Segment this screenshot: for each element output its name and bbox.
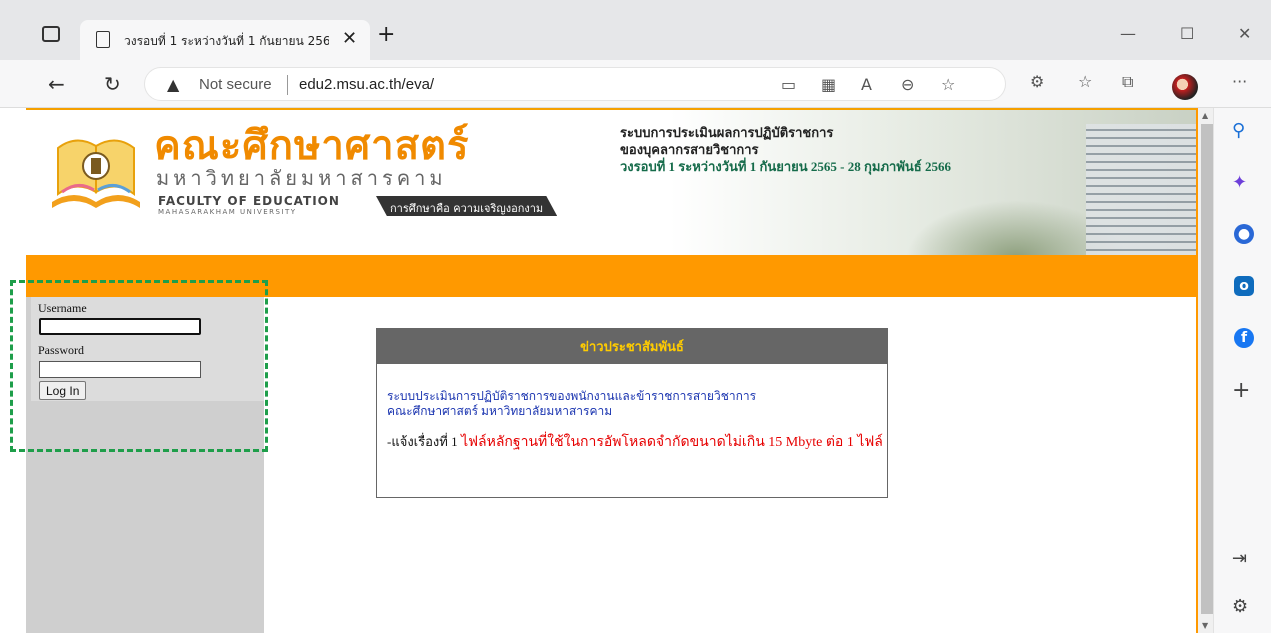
extensions-icon[interactable]: ⚙ — [1030, 74, 1044, 90]
messenger-icon[interactable]: f — [1234, 328, 1254, 348]
outlook-icon[interactable]: o — [1234, 276, 1254, 296]
news-panel: ข่าวประชาสัมพันธ์ ระบบประเมินการปฏิบัติร… — [376, 328, 888, 498]
logo-thai-subtitle: มหาวิทยาลัยมหาสารคาม — [156, 166, 447, 190]
scroll-up-icon[interactable]: ▲ — [1202, 111, 1208, 120]
page-scrollbar[interactable]: ▲ ▼ — [1196, 108, 1213, 633]
profile-avatar[interactable] — [1172, 74, 1198, 100]
warning-icon[interactable]: ▲ — [167, 75, 179, 94]
split-screen-icon[interactable]: ⇥ — [1232, 550, 1247, 568]
highlight-annotation — [10, 280, 268, 452]
logo-english-title: FACULTY OF EDUCATION — [158, 194, 340, 208]
settings-icon[interactable]: ⚙ — [1232, 598, 1248, 616]
logo-thai-title: คณะศึกษาศาสตร์ — [154, 123, 470, 169]
page-icon — [96, 31, 110, 48]
search-icon[interactable]: ⚲ — [1232, 122, 1245, 140]
url-text[interactable]: edu2.msu.ac.th/eva/ — [299, 76, 434, 93]
app-available-icon[interactable]: ▭ — [781, 77, 796, 93]
scrollbar-thumb[interactable] — [1201, 124, 1213, 614]
omnibox[interactable]: ▲ Not secure edu2.msu.ac.th/eva/ ▭ ▦ A ⊖… — [144, 67, 1006, 101]
extensions-grid-icon[interactable]: ▦ — [821, 77, 836, 93]
close-window-button[interactable]: ✕ — [1238, 24, 1251, 43]
tab-bar: วงรอบที่ 1 ระหว่างวันที่ 1 กันยายน 256 ✕… — [0, 0, 1271, 60]
more-menu-icon[interactable]: ··· — [1232, 74, 1247, 90]
add-icon[interactable]: + — [1232, 380, 1250, 402]
active-tab[interactable]: วงรอบที่ 1 ระหว่างวันที่ 1 กันยายน 256 ✕ — [80, 20, 370, 60]
tab-actions-icon[interactable] — [42, 26, 60, 42]
office-icon[interactable]: ● — [1234, 224, 1254, 244]
favorites-icon[interactable]: ☆ — [1078, 74, 1092, 90]
edge-sidebar: ⚲ ✦ ● o f + ⇥ ⚙ — [1213, 108, 1271, 633]
faculty-logo-icon — [52, 139, 140, 208]
notice-prefix: -แจ้งเรื่องที่ 1 — [387, 434, 458, 449]
back-icon[interactable]: ← — [48, 74, 65, 94]
omnibox-divider — [287, 75, 288, 95]
scroll-down-icon[interactable]: ▼ — [1202, 621, 1208, 630]
news-notice: -แจ้งเรื่องที่ 1 ไฟล์หลักฐานที่ใช้ในการอ… — [387, 431, 883, 453]
logo-slogan: การศึกษาคือ ความเจริญงอกงาม — [376, 196, 558, 216]
site-header: คณะศึกษาศาสตร์ มหาวิทยาลัยมหาสารคาม FACU… — [26, 108, 1196, 257]
refresh-icon[interactable]: ↻ — [104, 74, 121, 94]
collections-icon[interactable]: ⧉ — [1122, 74, 1133, 90]
minimize-button[interactable]: — — [1120, 24, 1136, 43]
add-favorite-icon[interactable]: ☆ — [941, 77, 955, 93]
scrollbar-track[interactable]: ▲ ▼ — [1198, 108, 1213, 633]
evaluation-period: วงรอบที่ 1 ระหว่างวันที่ 1 กันยายน 2565 … — [620, 159, 951, 174]
maximize-button[interactable]: ☐ — [1180, 24, 1194, 43]
read-aloud-icon[interactable]: A — [861, 77, 872, 93]
notice-body: ไฟล์หลักฐานที่ใช้ในการอัพโหลดจำกัดขนาดไม… — [457, 435, 883, 450]
copilot-icon[interactable]: ✦ — [1232, 174, 1247, 192]
tab-title: วงรอบที่ 1 ระหว่างวันที่ 1 กันยายน 256 — [124, 34, 329, 48]
news-heading: ข่าวประชาสัมพันธ์ — [377, 329, 887, 364]
not-secure-label[interactable]: Not secure — [199, 76, 272, 93]
logo-english-subtitle: MAHASARAKHAM UNIVERSITY — [158, 208, 297, 216]
new-tab-button[interactable]: + — [377, 24, 395, 46]
news-line-2[interactable]: คณะศึกษาศาสตร์ มหาวิทยาลัยมหาสารคาม — [387, 402, 612, 421]
close-tab-icon[interactable]: ✕ — [342, 28, 357, 49]
address-bar: ← ↻ ▲ Not secure edu2.msu.ac.th/eva/ ▭ ▦… — [0, 60, 1271, 108]
header-building-image — [1086, 124, 1196, 257]
zoom-out-icon[interactable]: ⊖ — [901, 77, 914, 93]
